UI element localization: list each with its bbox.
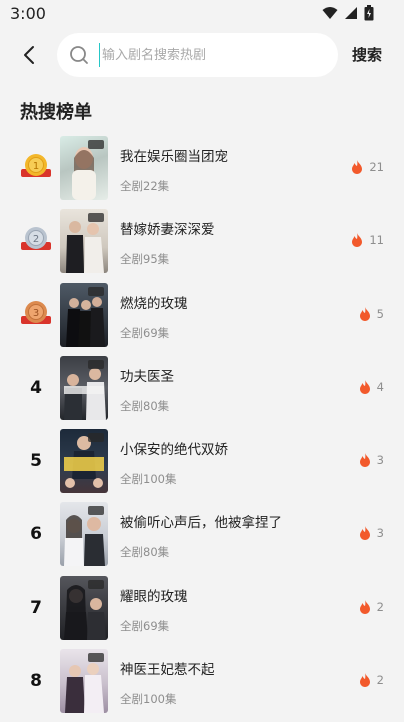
hot-score: 11	[351, 233, 384, 248]
rank-number: 4	[30, 377, 42, 398]
hot-score: 2	[359, 599, 384, 614]
rank-badge: 4	[16, 356, 56, 420]
rank-number: 3	[33, 308, 39, 319]
list-item[interactable]: 1 我在娱乐圈当团宠 全剧22集 21	[0, 136, 404, 209]
rank-badge: 3	[16, 283, 56, 347]
list-item[interactable]: 8 神医王妃惹不起 全剧100集 2	[0, 649, 404, 722]
search-box[interactable]	[57, 33, 338, 77]
bronze-medal-icon: 3	[21, 300, 51, 324]
drama-cover[interactable]	[60, 502, 108, 567]
silver-medal-icon: 2	[21, 227, 51, 251]
hot-count: 2	[376, 673, 384, 688]
drama-title: 神医王妃惹不起	[120, 662, 215, 679]
flame-icon	[359, 673, 370, 688]
drama-title: 小保安的绝代双娇	[120, 442, 228, 459]
section-title: 热搜榜单	[20, 102, 92, 123]
episode-count: 全剧80集	[120, 545, 170, 560]
drama-title: 耀眼的玫瑰	[120, 588, 188, 605]
drama-cover[interactable]	[60, 355, 108, 420]
flame-icon	[359, 599, 370, 614]
back-button[interactable]	[16, 42, 42, 68]
drama-cover[interactable]	[60, 282, 108, 347]
list-item[interactable]: 6 被偷听心声后，他被拿捏了 全剧80集 3	[0, 502, 404, 575]
drama-cover[interactable]	[60, 575, 108, 640]
signal-icon	[345, 7, 357, 19]
hot-score: 3	[359, 453, 384, 468]
hot-count: 5	[376, 306, 384, 321]
list-item[interactable]: 3 燃烧的玫瑰 全剧69集 5	[0, 282, 404, 356]
flame-icon	[359, 306, 370, 321]
episode-count: 全剧69集	[120, 325, 170, 340]
search-icon	[70, 46, 88, 64]
hot-score: 2	[359, 673, 384, 688]
cover-tag	[88, 433, 104, 443]
drama-title: 替嫁娇妻深深爱	[120, 222, 215, 239]
episode-count: 全剧95集	[120, 252, 170, 267]
hot-score: 21	[351, 160, 384, 174]
cover-tag	[88, 653, 104, 663]
rank-badge: 2	[16, 209, 56, 273]
hot-count: 4	[376, 379, 384, 394]
list-item[interactable]: 5 小保安的绝代双娇 全剧100集 3	[0, 429, 404, 502]
flame-icon	[359, 526, 370, 541]
chevron-left-icon	[24, 46, 34, 64]
hot-score: 3	[359, 526, 384, 541]
flame-icon	[352, 160, 363, 174]
drama-cover[interactable]	[60, 649, 108, 714]
rank-badge: 7	[16, 576, 56, 640]
status-bar: 3:00	[0, 0, 404, 28]
flame-icon	[359, 379, 370, 394]
drama-cover[interactable]	[60, 429, 108, 494]
rank-number: 7	[30, 597, 42, 618]
rank-number: 5	[30, 451, 42, 472]
wifi-icon	[322, 7, 338, 19]
episode-count: 全剧69集	[120, 618, 170, 633]
battery-icon	[364, 5, 374, 21]
drama-title: 我在娱乐圈当团宠	[120, 149, 228, 165]
hot-count: 11	[369, 233, 384, 248]
cover-tag	[88, 140, 104, 149]
hot-score: 4	[359, 379, 384, 394]
cover-tag	[88, 579, 104, 589]
search-input[interactable]	[99, 43, 322, 67]
rank-badge: 1	[16, 136, 56, 200]
rank-number: 6	[30, 524, 42, 545]
cover-tag	[88, 286, 104, 296]
search-button[interactable]: 搜索	[352, 44, 382, 65]
search-header: 搜索	[0, 32, 404, 78]
drama-title: 功夫医圣	[120, 368, 174, 385]
drama-title: 燃烧的玫瑰	[120, 295, 188, 312]
drama-cover[interactable]	[60, 209, 108, 274]
cover-tag	[88, 213, 104, 223]
status-time: 3:00	[10, 4, 46, 23]
hot-count: 2	[376, 599, 384, 614]
cover-tag	[88, 359, 104, 369]
cover-tag	[88, 506, 104, 516]
hot-score: 5	[359, 306, 384, 321]
drama-title: 被偷听心声后，他被拿捏了	[120, 515, 282, 532]
flame-icon	[352, 233, 363, 248]
status-icons	[322, 5, 374, 21]
episode-count: 全剧100集	[120, 472, 177, 487]
rank-number: 2	[33, 234, 39, 245]
hot-count: 3	[376, 526, 384, 541]
episode-count: 全剧80集	[120, 398, 170, 413]
episode-count: 全剧100集	[120, 692, 177, 707]
hot-search-list: 1 我在娱乐圈当团宠 全剧22集 21 2 替嫁娇妻深深爱 全剧95集 11 3…	[0, 136, 404, 722]
drama-cover[interactable]	[60, 136, 108, 200]
rank-badge: 6	[16, 502, 56, 566]
rank-number: 1	[33, 161, 39, 172]
rank-number: 8	[30, 671, 42, 692]
hot-count: 21	[369, 160, 384, 174]
hot-count: 3	[376, 453, 384, 468]
rank-badge: 8	[16, 649, 56, 713]
list-item[interactable]: 2 替嫁娇妻深深爱 全剧95集 11	[0, 209, 404, 282]
episode-count: 全剧22集	[120, 179, 170, 193]
list-item[interactable]: 7 耀眼的玫瑰 全剧69集 2	[0, 575, 404, 649]
list-item[interactable]: 4 功夫医圣 全剧80集 4	[0, 355, 404, 429]
gold-medal-icon: 1	[21, 154, 51, 177]
rank-badge: 5	[16, 429, 56, 493]
flame-icon	[359, 453, 370, 468]
